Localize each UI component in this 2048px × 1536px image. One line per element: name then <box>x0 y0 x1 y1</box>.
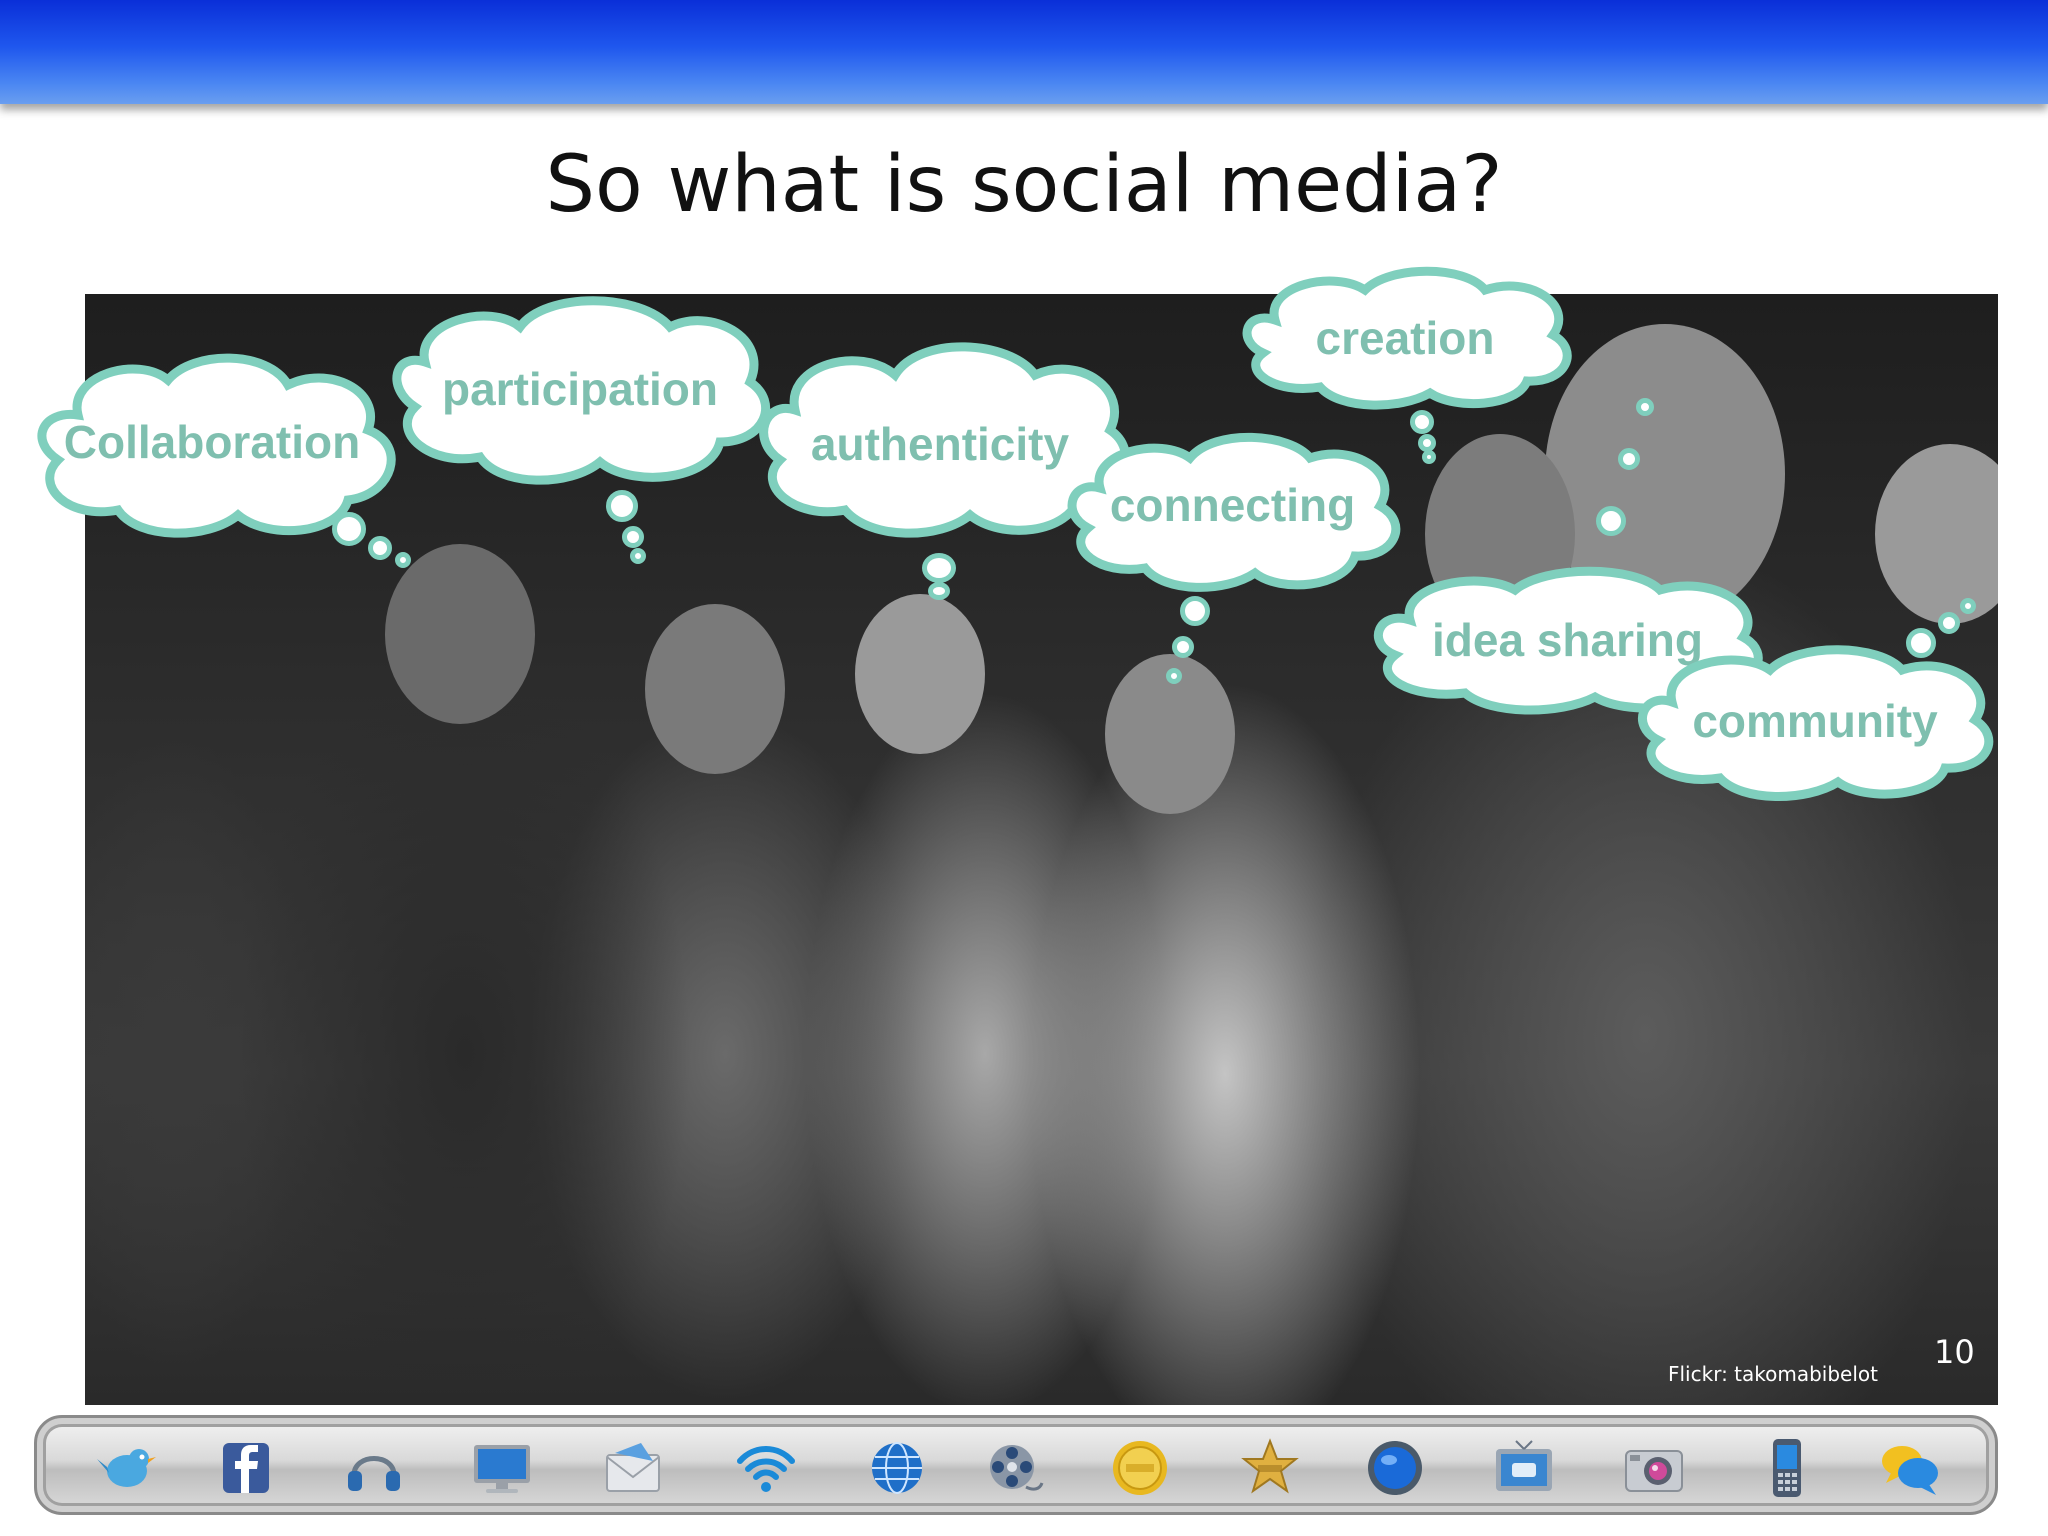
twitter-bird-icon[interactable] <box>93 1437 157 1499</box>
mobile-phone-icon[interactable] <box>1755 1437 1819 1499</box>
envelope-icon[interactable] <box>601 1437 665 1499</box>
thought-dot <box>1166 668 1182 684</box>
thought-dot <box>1596 506 1626 536</box>
thought-dot <box>332 512 366 546</box>
sheriff-star-badge-icon[interactable] <box>1238 1437 1302 1499</box>
thought-dot <box>922 553 956 583</box>
slide-title: So what is social media? <box>545 140 1503 230</box>
header-bar <box>0 0 2048 104</box>
thought-dot <box>1422 450 1436 464</box>
bubble-label: community <box>1692 695 1938 747</box>
woman-2-head <box>645 604 785 774</box>
thought-dot <box>1410 410 1434 434</box>
headphones-icon[interactable] <box>342 1437 406 1499</box>
thought-dot <box>1180 596 1210 626</box>
thought-dot <box>630 548 646 564</box>
page-number: 10 <box>1934 1333 1975 1371</box>
monitor-icon[interactable] <box>470 1437 534 1499</box>
chat-bubbles-icon[interactable] <box>1878 1437 1942 1499</box>
thought-dot <box>1960 598 1976 614</box>
bubble-label: participation <box>441 363 719 415</box>
thought-bubble-creation: creation <box>1235 265 1575 410</box>
youtube-tv-icon[interactable] <box>1492 1437 1556 1499</box>
thought-bubble-community: community <box>1630 642 2000 802</box>
wifi-icon[interactable] <box>734 1437 798 1499</box>
thought-dot <box>1906 628 1936 658</box>
thought-dot <box>1636 398 1654 416</box>
camera-icon[interactable] <box>1622 1437 1686 1499</box>
thought-dot <box>606 490 638 522</box>
facebook-icon[interactable] <box>213 1437 277 1499</box>
thought-dot <box>368 536 392 560</box>
thought-dot <box>395 552 411 568</box>
thought-bubble-collaboration: Collaboration <box>28 345 396 540</box>
film-reel-icon[interactable] <box>982 1437 1046 1499</box>
blue-orb-icon[interactable] <box>1363 1437 1427 1499</box>
thought-dot <box>1618 448 1640 470</box>
thought-bubble-participation: participation <box>380 292 780 492</box>
thought-dot <box>622 526 644 548</box>
photo-credit: Flickr: takomabibelot <box>1668 1362 1878 1386</box>
bubble-label: connecting <box>1109 479 1356 531</box>
button-badge-icon[interactable] <box>1108 1437 1172 1499</box>
thought-dot <box>928 582 950 600</box>
bubble-label: creation <box>1315 312 1495 364</box>
woman-1-head <box>385 544 535 724</box>
woman-3-head <box>855 594 985 754</box>
globe-icon[interactable] <box>865 1437 929 1499</box>
man-right-head <box>1875 444 1998 624</box>
bubble-label: Collaboration <box>63 416 361 468</box>
thought-dot <box>1172 636 1194 658</box>
thought-bubble-connecting: connecting <box>1060 428 1405 593</box>
thought-dot <box>1938 612 1960 634</box>
